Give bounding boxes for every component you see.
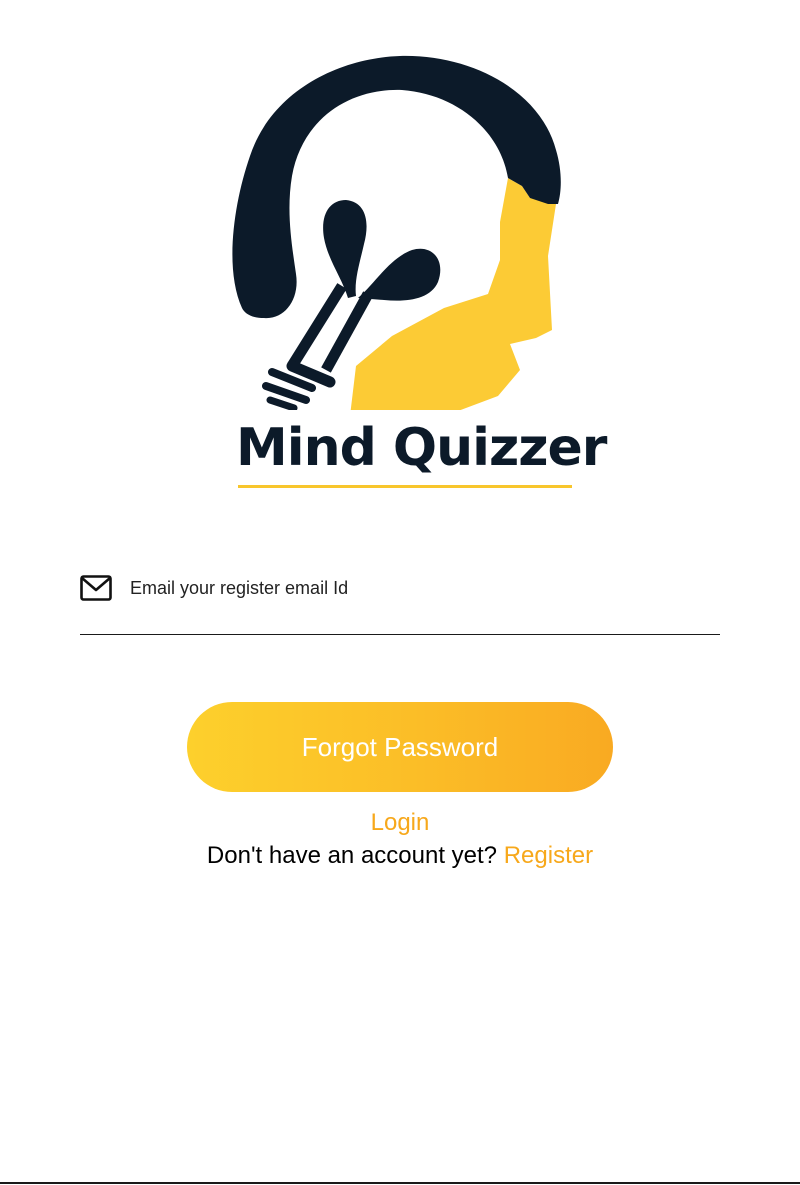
register-prompt-text: Don't have an account yet? — [206, 842, 498, 869]
lightbulb-head-logo-icon — [232, 55, 561, 410]
login-link[interactable]: Login — [371, 809, 430, 836]
email-field-row — [80, 560, 720, 635]
register-prompt-row: Don't have an account yet? Register — [0, 841, 800, 871]
bottom-divider — [0, 1182, 800, 1184]
email-input[interactable] — [130, 570, 710, 606]
logo-underline — [238, 485, 572, 488]
app-logo: Mind Quizzer — [230, 50, 607, 500]
forgot-password-screen: Mind Quizzer Forgot Password Login Don't… — [0, 0, 800, 1185]
login-link-row: Login — [0, 808, 800, 838]
envelope-icon — [80, 575, 112, 601]
logo-title: Mind Quizzer — [236, 418, 607, 478]
register-link[interactable]: Register — [504, 842, 593, 869]
forgot-password-button[interactable]: Forgot Password — [187, 702, 613, 792]
